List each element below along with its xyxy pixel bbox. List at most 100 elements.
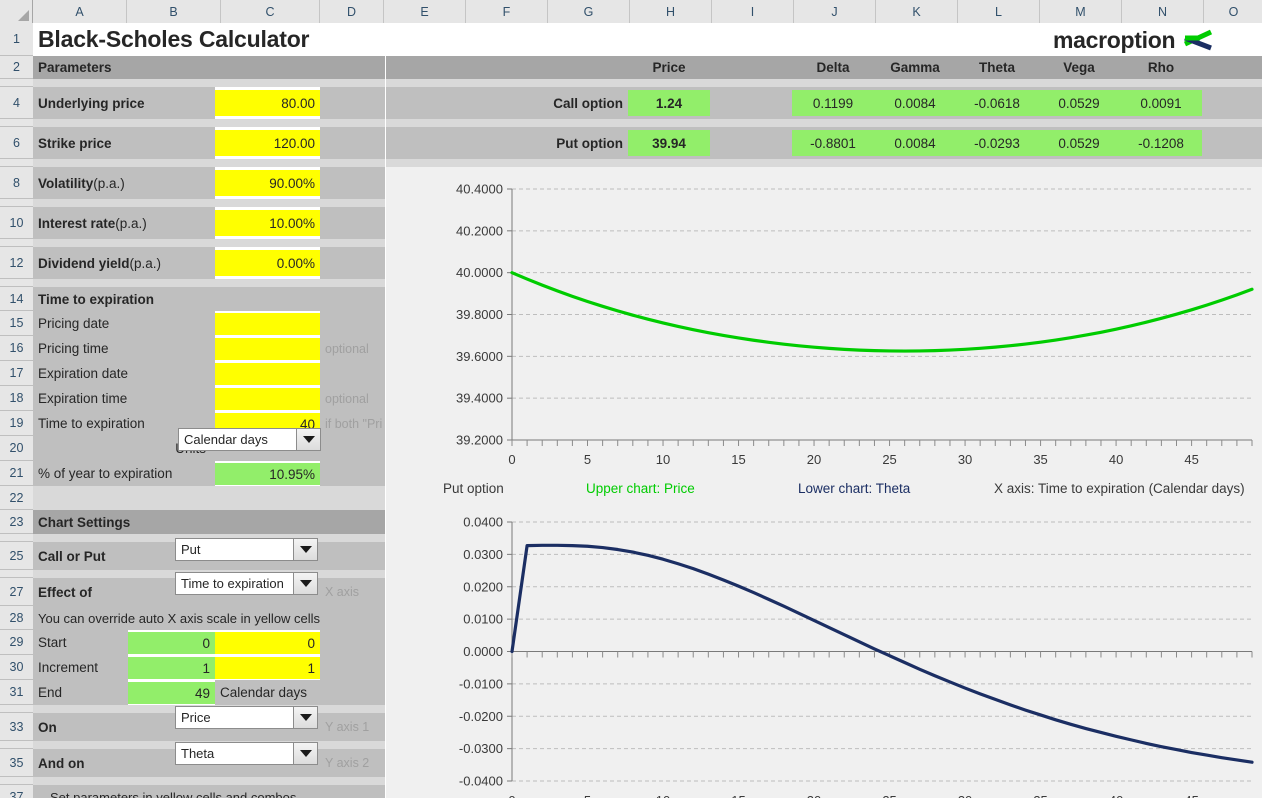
row-header-1[interactable]: 1	[0, 23, 33, 56]
on-combobox[interactable]: Price	[175, 706, 318, 729]
row-header-14[interactable]: 14	[0, 287, 33, 311]
row-header-6[interactable]: 6	[0, 127, 33, 159]
column-header-M[interactable]: M	[1040, 0, 1122, 23]
row-header-12[interactable]: 12	[0, 247, 33, 279]
row-header-19[interactable]: 19	[0, 411, 33, 436]
row-header-3-hidden[interactable]	[0, 79, 33, 87]
row-header-17[interactable]: 17	[0, 361, 33, 386]
input-increment-override[interactable]: 1	[215, 657, 320, 679]
svg-text:40: 40	[1109, 452, 1123, 467]
column-header-A[interactable]: A	[33, 0, 127, 23]
column-header-J[interactable]: J	[794, 0, 876, 23]
row-header-8[interactable]: 8	[0, 167, 33, 199]
row-header-7-hidden[interactable]	[0, 159, 33, 167]
row-header-5-hidden[interactable]	[0, 119, 33, 127]
row-header-18[interactable]: 18	[0, 386, 33, 411]
row-header-23[interactable]: 23	[0, 510, 33, 534]
param-input-dividend-yield[interactable]: 0.00%	[215, 250, 320, 276]
row-header-13-hidden[interactable]	[0, 279, 33, 287]
column-header-D[interactable]: D	[320, 0, 384, 23]
on-combobox-button[interactable]	[293, 707, 317, 728]
row-header-29[interactable]: 29	[0, 630, 33, 655]
param-input-volatility[interactable]: 90.00%	[215, 170, 320, 196]
row-header-36-hidden[interactable]	[0, 777, 33, 785]
param-label-strike-price: Strike price	[33, 127, 215, 159]
call-or-put-combobox[interactable]: Put	[175, 538, 318, 561]
row-header-34-hidden[interactable]	[0, 741, 33, 749]
row-header-15[interactable]: 15	[0, 311, 33, 336]
row-header-4[interactable]: 4	[0, 87, 33, 119]
macroption-logo: macroption	[1053, 25, 1213, 55]
row-header-32-hidden[interactable]	[0, 705, 33, 713]
units-combobox[interactable]: Calendar days	[178, 428, 321, 451]
svg-text:0.0300: 0.0300	[463, 547, 503, 562]
svg-text:39.2000: 39.2000	[456, 433, 503, 448]
chevron-down-icon	[299, 546, 312, 553]
param-label-dividend-yield: Dividend yield (p.a.)	[33, 247, 215, 279]
row-header-37[interactable]: 37	[0, 785, 33, 798]
input-pricing-date[interactable]	[215, 313, 320, 335]
input-pricing-time[interactable]	[215, 338, 320, 360]
column-header-F[interactable]: F	[466, 0, 548, 23]
column-header-G[interactable]: G	[548, 0, 630, 23]
effect-of-combobox-button[interactable]	[293, 573, 317, 594]
call-or-put-combobox-value: Put	[181, 542, 201, 557]
result-call-theta: -0.0618	[956, 90, 1038, 116]
row-header-25[interactable]: 25	[0, 542, 33, 570]
row-header-21[interactable]: 21	[0, 461, 33, 486]
result-put-rho: -0.1208	[1120, 130, 1202, 156]
input-expiration-date[interactable]	[215, 363, 320, 385]
spacer-row-11	[33, 239, 385, 247]
result-put-gamma: 0.0084	[874, 130, 956, 156]
row-header-20[interactable]: 20	[0, 436, 33, 461]
call-or-put-combobox-button[interactable]	[293, 539, 317, 560]
row-header-2[interactable]: 2	[0, 56, 33, 79]
row-header-11-hidden[interactable]	[0, 239, 33, 247]
param-pad-d4	[320, 87, 385, 119]
param-input-underlying-price[interactable]: 80.00	[215, 90, 320, 116]
row-header-24-hidden[interactable]	[0, 534, 33, 542]
row-header-35[interactable]: 35	[0, 749, 33, 777]
param-label-interest-rate: Interest rate (p.a.)	[33, 207, 215, 239]
lower-chart-svg: -0.0400 -0.0300 -0.0200 -0.0100 0.0000 0.0100…	[459, 515, 1254, 798]
row-header-22[interactable]: 22	[0, 486, 33, 510]
column-header-L[interactable]: L	[958, 0, 1040, 23]
and-on-combobox-button[interactable]	[293, 743, 317, 764]
svg-text:20: 20	[807, 793, 821, 798]
column-header-H[interactable]: H	[630, 0, 712, 23]
column-header-O[interactable]: O	[1204, 0, 1262, 23]
note-and-on-y-axis-2: Y axis 2	[320, 749, 385, 777]
row-header-16[interactable]: 16	[0, 336, 33, 361]
param-input-strike-price[interactable]: 120.00	[215, 130, 320, 156]
column-header-N[interactable]: N	[1122, 0, 1204, 23]
input-start-override[interactable]: 0	[215, 632, 320, 654]
results-col-header-gamma: Gamma	[874, 56, 956, 79]
row-header-30[interactable]: 30	[0, 655, 33, 680]
param-input-interest-rate[interactable]: 10.00%	[215, 210, 320, 236]
row-header-31[interactable]: 31	[0, 680, 33, 705]
pad-d30	[320, 655, 385, 680]
svg-text:40.0000: 40.0000	[456, 265, 503, 280]
effect-of-combobox[interactable]: Time to expiration	[175, 572, 318, 595]
row-header-10[interactable]: 10	[0, 207, 33, 239]
row-header-26-hidden[interactable]	[0, 570, 33, 578]
row-header-33[interactable]: 33	[0, 713, 33, 741]
svg-text:0: 0	[508, 793, 515, 798]
column-header-K[interactable]: K	[876, 0, 958, 23]
select-all-corner[interactable]	[0, 0, 33, 23]
column-header-C[interactable]: C	[221, 0, 320, 23]
logo-text: macroption	[1053, 26, 1176, 53]
spacer-row-7-left	[33, 159, 385, 167]
note-expiration-time-optional: optional	[320, 386, 385, 411]
row-header-28[interactable]: 28	[0, 606, 33, 630]
and-on-combobox[interactable]: Theta	[175, 742, 318, 765]
row-header-column: 1 2 4 6 8 10 12 14 15 16 17 18 19 20 21 …	[0, 23, 33, 798]
row-header-9-hidden[interactable]	[0, 199, 33, 207]
column-header-B[interactable]: B	[127, 0, 221, 23]
row-header-27[interactable]: 27	[0, 578, 33, 606]
column-header-I[interactable]: I	[712, 0, 794, 23]
spacer-row-36	[33, 777, 385, 785]
column-header-E[interactable]: E	[384, 0, 466, 23]
units-combobox-button[interactable]	[296, 429, 320, 450]
input-expiration-time[interactable]	[215, 388, 320, 410]
